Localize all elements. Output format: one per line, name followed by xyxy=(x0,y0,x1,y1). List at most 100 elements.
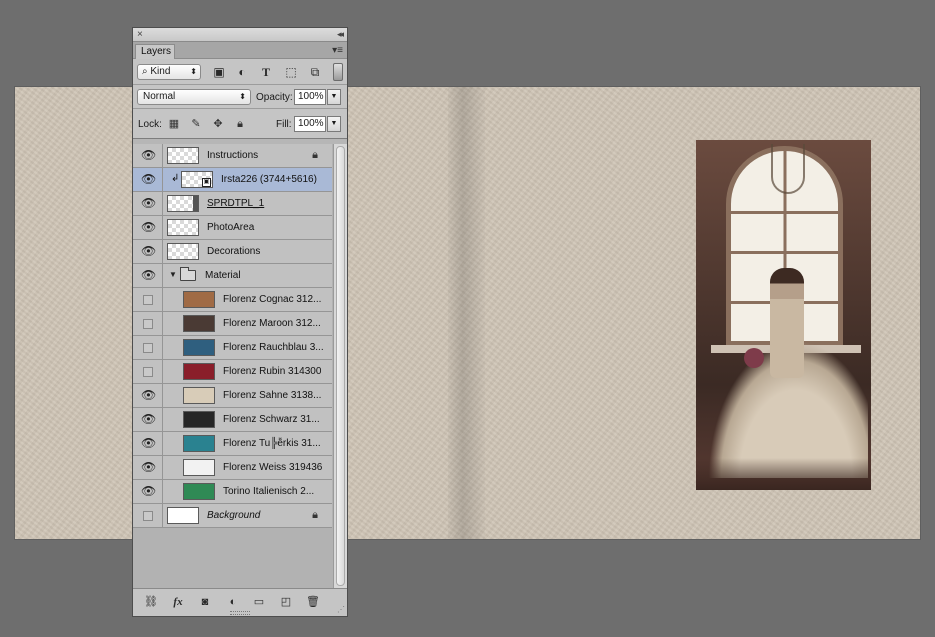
layer-name[interactable]: SPRDTPL_1 xyxy=(207,198,264,209)
resize-grip[interactable] xyxy=(230,611,250,615)
layer-row[interactable]: 👁︎ SPRDTPL_1 xyxy=(133,192,332,216)
smart-object-badge-icon: ▣ xyxy=(202,178,211,187)
panel-titlebar[interactable]: × ◂◂ xyxy=(133,28,347,42)
new-group-icon[interactable]: ▭ xyxy=(251,595,267,609)
visibility-toggle[interactable]: 👁︎ xyxy=(133,192,163,215)
layer-thumbnail xyxy=(183,459,215,476)
hidden-box-icon xyxy=(143,319,153,329)
visibility-toggle[interactable]: 👁︎ xyxy=(133,240,163,263)
visibility-toggle[interactable]: 👁︎ xyxy=(133,168,163,191)
lock-row: Lock: ▦ ✎ ✥ 🔒︎ Fill: 100% ▼ xyxy=(133,109,347,139)
layer-name[interactable]: Instructions xyxy=(207,150,258,161)
layer-row[interactable]: 👁︎ Florenz Sahne 3138... xyxy=(133,384,332,408)
layer-thumbnail xyxy=(167,147,199,164)
layer-row[interactable]: Florenz Rauchblau 3... xyxy=(133,336,332,360)
layer-name[interactable]: Florenz Weiss 319436 xyxy=(223,462,322,473)
window-transom-2 xyxy=(731,251,838,254)
shape-filter-icon[interactable]: ⬚ xyxy=(283,64,299,80)
disclosure-triangle-icon[interactable]: ▼ xyxy=(169,270,177,279)
layer-row[interactable]: 👁︎ PhotoArea xyxy=(133,216,332,240)
link-layers-icon[interactable]: ⛓︎ xyxy=(143,595,159,609)
collapse-panel-icon[interactable]: ◂◂ xyxy=(337,28,344,41)
eye-icon: 👁︎ xyxy=(141,388,157,402)
layer-row[interactable]: 👁︎ Florenz Schwarz 31... xyxy=(133,408,332,432)
layer-name[interactable]: Florenz Maroon 312... xyxy=(223,318,321,329)
lock-move-icon[interactable]: ✥ xyxy=(211,117,225,131)
layer-name[interactable]: Florenz Cognac 312... xyxy=(223,294,321,305)
visibility-toggle[interactable]: 👁︎ xyxy=(133,408,163,431)
visibility-toggle[interactable] xyxy=(133,312,163,335)
visibility-toggle[interactable] xyxy=(133,288,163,311)
layer-thumbnail xyxy=(183,387,215,404)
visibility-toggle[interactable]: 👁︎ xyxy=(133,264,163,287)
bouquet xyxy=(744,348,764,368)
layer-row[interactable]: Florenz Rubin 314300 xyxy=(133,360,332,384)
visibility-toggle[interactable]: 👁︎ xyxy=(133,480,163,503)
opacity-dropdown-icon[interactable]: ▼ xyxy=(327,89,341,105)
layer-name[interactable]: Florenz Tu╠ê̈rkis 31... xyxy=(223,438,321,449)
layer-thumbnail xyxy=(183,435,215,452)
tab-layers[interactable]: Layers xyxy=(135,44,175,60)
layer-row[interactable]: 👁︎ Florenz Weiss 319436 xyxy=(133,456,332,480)
filter-kind-select[interactable]: ⌕ Kind ⬍ xyxy=(137,64,201,80)
visibility-toggle[interactable]: 👁︎ xyxy=(133,216,163,239)
lock-all-icon[interactable]: 🔒︎ xyxy=(233,117,247,131)
visibility-toggle[interactable]: 👁︎ xyxy=(133,432,163,455)
layer-name[interactable]: Decorations xyxy=(207,246,260,257)
layer-name[interactable]: Background xyxy=(207,510,260,521)
filter-toggle[interactable] xyxy=(333,63,343,81)
layer-thumbnail xyxy=(183,363,215,380)
trash-icon[interactable]: 🗑︎ xyxy=(305,595,321,609)
adjustment-filter-icon[interactable]: ◐ xyxy=(234,64,250,80)
layer-row[interactable]: 👁︎ Instructions 🔒︎ xyxy=(133,144,332,168)
visibility-toggle[interactable]: 👁︎ xyxy=(133,456,163,479)
layer-group-row[interactable]: 👁︎ ▼ Material xyxy=(133,264,332,288)
type-filter-icon[interactable]: T xyxy=(258,64,274,80)
layer-row[interactable]: Florenz Cognac 312... xyxy=(133,288,332,312)
layer-row[interactable]: 👁︎ Torino Italienisch 2... xyxy=(133,480,332,504)
mask-icon[interactable]: ◙ xyxy=(197,595,213,609)
smart-object-filter-icon[interactable]: ⧉ xyxy=(307,64,323,80)
layer-row[interactable]: Florenz Maroon 312... xyxy=(133,312,332,336)
lock-brush-icon[interactable]: ✎ xyxy=(189,117,203,131)
clipping-arrow-icon: ↲ xyxy=(171,173,180,184)
opacity-field[interactable]: 100% xyxy=(294,89,326,105)
wedding-photo[interactable] xyxy=(696,140,871,490)
layer-thumbnail xyxy=(183,291,215,308)
fill-label: Fill: xyxy=(276,119,292,130)
layers-scrollbar[interactable] xyxy=(333,144,347,590)
layer-name[interactable]: Florenz Rauchblau 3... xyxy=(223,342,324,353)
visibility-toggle[interactable] xyxy=(133,336,163,359)
layer-row[interactable]: 👁︎ ↲ ▣ Irsta226 (3744+5616) xyxy=(133,168,332,192)
adjustment-layer-icon[interactable]: ◐ xyxy=(225,595,241,609)
pixel-filter-icon[interactable]: ▣ xyxy=(211,64,227,80)
fill-field[interactable]: 100% xyxy=(294,116,326,132)
layer-name[interactable]: PhotoArea xyxy=(207,222,254,233)
layer-row[interactable]: Background 🔒︎ xyxy=(133,504,332,528)
visibility-toggle[interactable] xyxy=(133,360,163,383)
layer-name[interactable]: Florenz Schwarz 31... xyxy=(223,414,320,425)
close-icon[interactable]: × xyxy=(137,28,143,41)
layers-list: 👁︎ Instructions 🔒︎ 👁︎ ↲ ▣ Irsta226 (3744+5616)… xyxy=(133,144,347,590)
layer-thumbnail xyxy=(183,339,215,356)
visibility-toggle[interactable]: 👁︎ xyxy=(133,384,163,407)
new-layer-icon[interactable]: ◰ xyxy=(278,595,294,609)
fx-icon[interactable]: fx xyxy=(170,595,186,609)
layer-name[interactable]: Florenz Rubin 314300 xyxy=(223,366,321,377)
layer-row[interactable]: 👁︎ Florenz Tu╠ê̈rkis 31... xyxy=(133,432,332,456)
layer-name[interactable]: Torino Italienisch 2... xyxy=(223,486,314,497)
panel-menu-icon[interactable]: ▾≡ xyxy=(332,44,343,57)
layer-row[interactable]: 👁︎ Decorations xyxy=(133,240,332,264)
fill-dropdown-icon[interactable]: ▼ xyxy=(327,116,341,132)
visibility-toggle[interactable] xyxy=(133,504,163,527)
filter-kind-label: Kind xyxy=(150,66,171,77)
visibility-toggle[interactable]: 👁︎ xyxy=(133,144,163,167)
layer-name[interactable]: Florenz Sahne 3138... xyxy=(223,390,321,401)
layer-name[interactable]: Irsta226 (3744+5616) xyxy=(221,174,317,185)
blend-mode-select[interactable]: Normal ⬍ xyxy=(137,89,251,105)
scrollbar-thumb[interactable] xyxy=(336,146,345,586)
layer-name[interactable]: Material xyxy=(205,270,241,281)
resize-corner-icon[interactable]: ⋰ xyxy=(337,605,345,614)
lock-transparent-icon[interactable]: ▦ xyxy=(167,117,181,131)
hidden-box-icon xyxy=(143,367,153,377)
